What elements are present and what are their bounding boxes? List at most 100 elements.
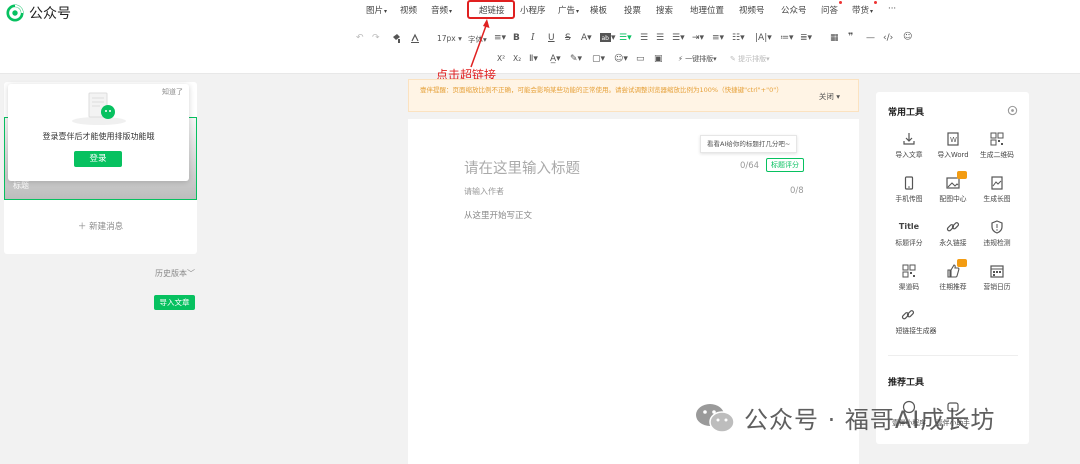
title-icon: Title xyxy=(898,222,920,231)
align-center-icon[interactable]: ☰ xyxy=(640,33,648,43)
title-char-count: 0/64 xyxy=(740,161,760,171)
tool-channel-code[interactable]: 渠道码 xyxy=(886,264,932,291)
caret-down-icon: ▾ xyxy=(576,8,580,15)
font-color-button[interactable]: A▾ xyxy=(581,33,592,43)
background-color-button[interactable]: ab ▾ xyxy=(600,33,616,43)
menu-item-audio[interactable]: 音频▾ xyxy=(431,4,452,16)
tool-permanent-link[interactable]: 永久链接 xyxy=(930,220,976,247)
tool-import-article[interactable]: 导入文章 xyxy=(886,132,932,159)
tool-title-score[interactable]: Title 标题评分 xyxy=(886,220,932,247)
ai-title-tip[interactable]: 看看AI给你的标题打几分吧~ xyxy=(700,135,798,153)
quote-icon[interactable]: ❞ xyxy=(848,32,853,42)
tool-import-word[interactable]: W 导入Word xyxy=(930,132,976,159)
menu-item-template[interactable]: 模板 xyxy=(590,4,607,16)
menu-item-goods[interactable]: 带货▾ xyxy=(852,1,878,16)
zoom-notice-bar: 壹伴提醒：页面缩放比例不正确，可能会影响某些功能的正常使用。请尝试调整浏览器缩放… xyxy=(408,79,859,112)
code-icon[interactable]: ‹/› xyxy=(883,33,893,43)
brush-icon[interactable]: ✎▾ xyxy=(570,54,582,64)
undo-icon[interactable]: ↶ xyxy=(356,33,364,43)
title-input[interactable]: 请在这里输入标题 xyxy=(464,157,580,178)
watermark-text: 公众号 · 福哥AI成长坊 xyxy=(744,406,996,434)
wechat-logo-icon xyxy=(696,403,735,433)
new-dot xyxy=(874,1,878,4)
divider-icon[interactable]: — xyxy=(866,33,875,43)
letter-spacing-icon[interactable]: |A|▾ xyxy=(755,33,772,43)
table-icon[interactable]: ▦ xyxy=(830,33,839,43)
unordered-list-icon[interactable]: ≔▾ xyxy=(780,33,794,43)
caret-down-icon: ▾ xyxy=(870,8,874,15)
strikethrough-button[interactable]: S xyxy=(565,33,571,43)
calendar-icon xyxy=(990,265,1004,278)
tool-image-center[interactable]: 配图中心 xyxy=(930,171,976,203)
line-height-icon[interactable]: ≡▾ xyxy=(712,33,724,43)
history-version-link[interactable]: 历史版本﹀ xyxy=(155,268,195,279)
subscript-button[interactable]: X₂ xyxy=(513,54,521,63)
more-format-icon[interactable]: ≡▾ xyxy=(494,33,506,43)
tool-past-recommend[interactable]: 往期推荐 xyxy=(930,259,976,291)
spacing-icon[interactable]: ☷▾ xyxy=(732,33,745,43)
insert-menu: 图片▾ 视频 音频▾ 超链接 小程序 广告▾ 模板 投票 搜索 地理位置 视频号… xyxy=(0,0,1080,20)
menu-item-qa[interactable]: 问答 xyxy=(821,1,843,16)
long-image-icon xyxy=(991,176,1003,190)
import-article-button[interactable]: 导入文章 xyxy=(154,295,195,310)
bold-button[interactable]: B xyxy=(513,33,520,43)
tool-long-image[interactable]: 生成长图 xyxy=(974,176,1020,203)
title-score-button[interactable]: 标题评分 xyxy=(766,158,804,172)
notice-text: 壹伴提醒：页面缩放比例不正确，可能会影响某些功能的正常使用。请尝试调整浏览器缩放… xyxy=(420,86,783,94)
menu-item-channels[interactable]: 视频号 xyxy=(739,4,765,16)
format-hint-button[interactable]: ✎ 提示排版▾ xyxy=(730,54,770,64)
align-left-icon[interactable]: ☰▾ xyxy=(619,33,632,43)
tool-generate-qrcode[interactable]: 生成二维码 xyxy=(974,132,1020,159)
indent-icon[interactable]: ⇥▾ xyxy=(692,33,704,43)
got-it-link[interactable]: 知道了 xyxy=(162,87,183,97)
format-painter-icon[interactable] xyxy=(392,33,402,44)
import-icon xyxy=(903,133,915,145)
one-click-format-button[interactable]: ⚡ 一键排版▾ xyxy=(678,54,717,64)
qrcode-icon xyxy=(990,132,1004,146)
notice-close-button[interactable]: 关闭 ▾ xyxy=(819,91,840,102)
tools-panel: 常用工具 导入文章 W 导入Word 生成二维码 手机传图 配图中心 生成长图 … xyxy=(876,92,1029,444)
image-insert-icon[interactable]: ▢▾ xyxy=(592,54,605,64)
author-char-count: 0/8 xyxy=(790,186,804,196)
text-effect-icon[interactable]: A̲▾ xyxy=(550,54,561,64)
card-icon[interactable]: ▭ xyxy=(636,54,645,64)
menu-item-video[interactable]: 视频 xyxy=(400,4,417,16)
clear-format-icon[interactable] xyxy=(410,33,420,44)
svg-text:ab: ab xyxy=(602,35,610,42)
chevron-down-icon: ﹀ xyxy=(187,269,195,278)
emoji-insert-icon[interactable]: ☺▾ xyxy=(614,54,628,64)
underline-button[interactable]: U xyxy=(548,33,555,43)
body-input[interactable]: 从这里开始写正文 xyxy=(464,209,532,221)
tool-violation-check[interactable]: 违规检测 xyxy=(974,220,1020,247)
menu-item-image[interactable]: 图片▾ xyxy=(366,4,387,16)
menu-item-location[interactable]: 地理位置 xyxy=(690,4,724,16)
superscript-button[interactable]: X² xyxy=(497,54,505,63)
qrcode-icon xyxy=(902,264,916,278)
menu-item-mini-program[interactable]: 小程序 xyxy=(520,4,546,16)
new-message-button[interactable]: ＋ 新建消息 xyxy=(4,220,197,232)
svg-text:W: W xyxy=(950,136,957,144)
author-input[interactable]: 请输入作者 xyxy=(464,186,504,197)
align-right-icon[interactable]: ☰ xyxy=(656,33,664,43)
font-size-select[interactable]: 17px ▾ xyxy=(437,34,462,43)
card-title-label: 标题 xyxy=(13,181,29,190)
italic-button[interactable]: I xyxy=(531,33,535,43)
menu-item-vote[interactable]: 投票 xyxy=(624,4,641,16)
menu-item-official-account[interactable]: 公众号 xyxy=(781,4,807,16)
login-button[interactable]: 登录 xyxy=(74,151,122,167)
tool-short-link-generator[interactable]: 短链接生成器 xyxy=(886,308,946,335)
justify-icon[interactable]: ☰▾ xyxy=(672,33,685,43)
bag-icon[interactable]: ▣ xyxy=(654,54,663,64)
menu-item-search[interactable]: 搜索 xyxy=(656,4,673,16)
phone-icon xyxy=(904,176,914,190)
clear-style-icon[interactable]: Ⅱ▾ xyxy=(529,54,538,64)
tool-phone-upload[interactable]: 手机传图 xyxy=(886,176,932,203)
link-icon xyxy=(901,310,915,320)
menu-item-ad[interactable]: 广告▾ xyxy=(558,4,579,16)
settings-icon[interactable] xyxy=(1007,105,1018,116)
ordered-list-icon[interactable]: ≣▾ xyxy=(800,33,812,43)
emoji-icon[interactable]: ☺ xyxy=(903,32,912,42)
menu-item-more[interactable]: ··· xyxy=(888,4,896,14)
tool-marketing-calendar[interactable]: 营销日历 xyxy=(974,264,1020,291)
redo-icon[interactable]: ↷ xyxy=(372,33,380,43)
